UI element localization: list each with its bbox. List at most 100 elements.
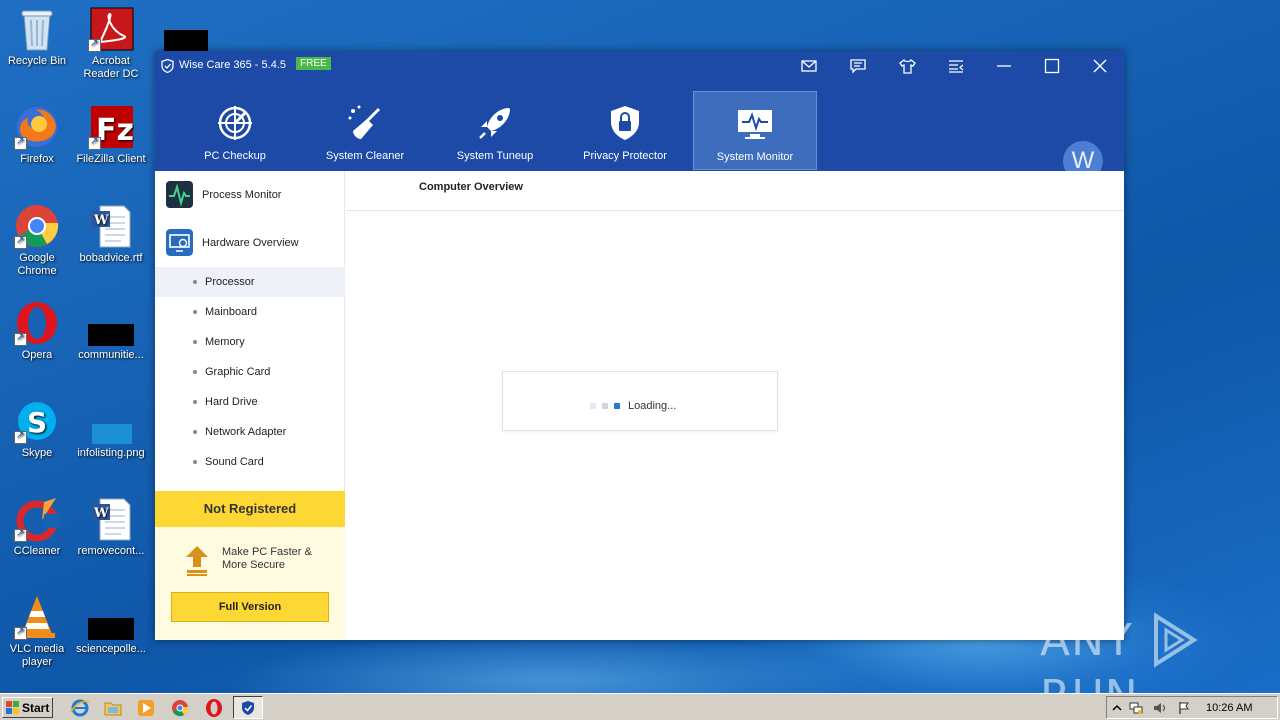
start-label: Start (22, 701, 50, 715)
mail-button[interactable] (794, 55, 824, 77)
shield-lock-icon (611, 106, 639, 140)
acrobat-icon (88, 6, 134, 52)
nav-system-tuneup[interactable]: System Tuneup (433, 91, 557, 170)
action-center-flag-icon[interactable] (1177, 701, 1191, 715)
nav-system-monitor[interactable]: System Monitor (693, 91, 817, 170)
desktop-icon-infolisting[interactable]: infolisting.png (74, 398, 148, 460)
broom-icon (348, 105, 381, 139)
firefox-icon (14, 104, 60, 150)
bullet-icon (193, 460, 197, 464)
redacted-icon (164, 30, 208, 52)
taskbar: Start 10:26 AM (0, 693, 1280, 720)
nav-system-cleaner[interactable]: System Cleaner (303, 91, 427, 170)
sidebar-subitem-processor[interactable]: Processor (155, 267, 345, 297)
title-bar[interactable]: Wise Care 365 - 5.4.5 FREE (155, 51, 1124, 91)
loading-dot-icon (614, 403, 620, 409)
vlc-cone-icon (14, 594, 60, 640)
desktop-icon-label: CCleaner (13, 545, 61, 557)
menu-button[interactable] (941, 55, 971, 77)
desktop-icon-label: infolisting.png (77, 447, 145, 459)
internet-explorer-icon[interactable] (70, 698, 90, 718)
desktop-icon-opera[interactable]: Opera (0, 300, 74, 362)
opera-icon[interactable] (204, 698, 224, 718)
monitor-pulse-icon (738, 110, 772, 139)
desktop-icon-filezilla[interactable]: Fz FileZilla Client (74, 104, 148, 166)
chrome-icon (14, 203, 60, 249)
clock[interactable]: 10:26 AM (1206, 702, 1252, 714)
volume-icon[interactable] (1153, 701, 1167, 715)
close-button[interactable] (1085, 55, 1115, 77)
explorer-folder-icon[interactable] (103, 698, 123, 718)
promo-text-line: More Secure (222, 559, 285, 571)
network-icon[interactable] (1129, 701, 1143, 715)
shortcut-arrow-icon (14, 135, 27, 150)
hardware-icon (166, 229, 193, 256)
anyrun-watermark: ANY RUN (1040, 612, 1280, 720)
media-player-icon[interactable] (136, 698, 156, 718)
desktop-icon-label: FileZilla Client (76, 153, 146, 165)
chrome-icon[interactable] (170, 698, 190, 718)
desktop-icon-skype[interactable]: S Skype (0, 398, 74, 460)
sidebar-subitem-memory[interactable]: Memory (155, 327, 345, 357)
desktop-icon-label: removecont... (77, 545, 145, 557)
desktop-icon-label: bobadvice.rtf (79, 252, 143, 264)
nav-label: Privacy Protector (583, 150, 667, 162)
wise-care-window[interactable]: Wise Care 365 - 5.4.5 FREE PC Checkup Sy… (155, 51, 1124, 640)
nav-label: System Tuneup (456, 150, 534, 162)
sidebar-item-process-monitor[interactable]: Process Monitor (155, 175, 345, 215)
content-header: Computer Overview (346, 171, 1124, 211)
nav-label: System Cleaner (325, 150, 405, 162)
desktop-icon-ccleaner[interactable]: CCleaner (0, 496, 74, 558)
sidebar-subitem-label: Mainboard (205, 306, 257, 318)
sidebar-item-label: Hardware Overview (202, 237, 299, 249)
sidebar-subitem-label: Hard Drive (205, 396, 258, 408)
desktop-icon-chrome[interactable]: Google Chrome (0, 203, 74, 278)
desktop-icon-removecont[interactable]: W removecont... (74, 496, 148, 558)
word-document-icon: W (88, 496, 134, 542)
desktop-icon-bobadvice[interactable]: W bobadvice.rtf (74, 203, 148, 265)
nav-privacy-protector[interactable]: Privacy Protector (563, 91, 687, 170)
desktop-icon-sciencepolle[interactable]: sciencepolle... (74, 594, 148, 656)
desktop-icon-acrobat[interactable]: Acrobat Reader DC (74, 6, 148, 81)
recycle-bin-icon (14, 6, 60, 52)
desktop-icon-communities[interactable]: communitie... (74, 300, 148, 362)
sidebar-subitem-graphic-card[interactable]: Graphic Card (155, 357, 345, 387)
desktop-icon-firefox[interactable]: Firefox (0, 104, 74, 166)
desktop-icon-label: Skype (21, 447, 53, 459)
sidebar-item-label: Process Monitor (202, 189, 282, 201)
svg-text:S: S (27, 406, 47, 439)
nav-pc-checkup[interactable]: PC Checkup (173, 91, 297, 170)
sidebar-subitem-sound-card[interactable]: Sound Card (155, 447, 345, 477)
feedback-button[interactable] (843, 55, 873, 77)
shortcut-arrow-icon (14, 429, 27, 444)
mail-icon (801, 60, 817, 72)
app-shield-icon (161, 59, 174, 73)
start-button[interactable]: Start (2, 697, 53, 718)
full-version-button[interactable]: Full Version (171, 592, 329, 622)
bullet-icon (193, 400, 197, 404)
maximize-button[interactable] (1037, 55, 1067, 77)
sidebar-item-hardware-overview[interactable]: Hardware Overview (155, 223, 345, 263)
sidebar-subitem-mainboard[interactable]: Mainboard (155, 297, 345, 327)
desktop-icon-vlc[interactable]: VLC media player (0, 594, 74, 669)
sidebar-subitem-label: Graphic Card (205, 366, 271, 378)
wise-care-shield-icon (242, 701, 254, 715)
skin-button[interactable] (892, 55, 922, 77)
bullet-icon (193, 430, 197, 434)
minimize-button[interactable] (989, 55, 1019, 77)
shortcut-arrow-icon (88, 135, 101, 150)
shortcut-arrow-icon (14, 331, 27, 346)
image-file-icon (88, 398, 134, 444)
main-content: Computer Overview Loading... (346, 171, 1124, 640)
crosshair-icon (218, 106, 252, 140)
sidebar-subitem-label: Processor (205, 276, 255, 288)
desktop-icon-recycle-bin[interactable]: Recycle Bin (0, 6, 74, 68)
sidebar-subitem-hard-drive[interactable]: Hard Drive (155, 387, 345, 417)
taskbar-wise-care-button[interactable] (233, 696, 263, 719)
nav-label: System Monitor (716, 151, 794, 163)
filezilla-icon: Fz (88, 104, 134, 150)
bullet-icon (193, 340, 197, 344)
sidebar-subitem-network-adapter[interactable]: Network Adapter (155, 417, 345, 447)
pulse-icon (166, 181, 193, 208)
chevron-up-icon[interactable] (1110, 701, 1124, 715)
